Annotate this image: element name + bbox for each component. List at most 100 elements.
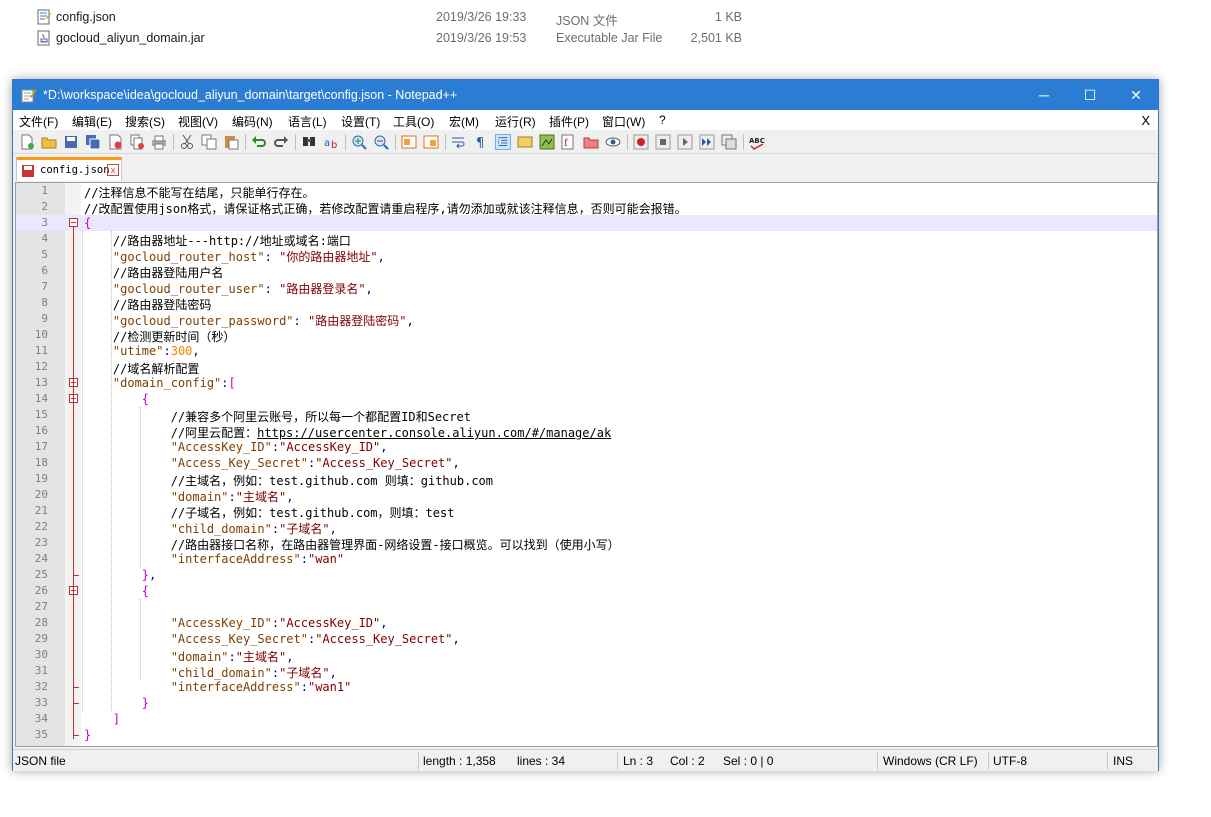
- save-all-icon[interactable]: [85, 134, 101, 150]
- open-file-icon[interactable]: [41, 134, 57, 150]
- cut-icon[interactable]: [179, 134, 195, 150]
- code-line[interactable]: 20 "domain":"主域名",: [16, 487, 1157, 504]
- tab-close-icon[interactable]: x: [107, 164, 119, 176]
- line-number: 13: [34, 376, 48, 389]
- code-line[interactable]: 8 //路由器登陆密码: [16, 295, 1157, 312]
- toolbar-separator: [445, 134, 446, 150]
- menu-settings[interactable]: 设置(T): [341, 113, 380, 130]
- folder-workspace-icon[interactable]: [583, 134, 599, 150]
- undo-icon[interactable]: [251, 134, 267, 150]
- code-line[interactable]: 26 {: [16, 583, 1157, 599]
- close-button[interactable]: ✕: [1113, 80, 1159, 110]
- file-row-config-json[interactable]: config.json 2019/3/26 19:33 JSON 文件 1 KB: [36, 7, 756, 28]
- code-line[interactable]: 22 "child_domain":"子域名",: [16, 519, 1157, 536]
- code-line[interactable]: 18 "Access_Key_Secret":"Access_Key_Secre…: [16, 455, 1157, 471]
- toolbar-separator: [627, 134, 628, 150]
- code-line[interactable]: 17 "AccessKey_ID":"AccessKey_ID",: [16, 439, 1157, 455]
- code-line[interactable]: 6 //路由器登陆用户名: [16, 263, 1157, 280]
- new-file-icon[interactable]: [19, 134, 35, 150]
- show-all-chars-icon[interactable]: ¶: [473, 134, 489, 150]
- code-line[interactable]: 29 "Access_Key_Secret":"Access_Key_Secre…: [16, 631, 1157, 647]
- code-line[interactable]: 7 "gocloud_router_user": "路由器登录名",: [16, 279, 1157, 296]
- sync-horizontal-icon[interactable]: [423, 134, 439, 150]
- menu-view[interactable]: 视图(V): [178, 113, 218, 130]
- code-line[interactable]: 12 //域名解析配置: [16, 359, 1157, 376]
- menu-tools[interactable]: 工具(O): [393, 113, 434, 130]
- code-line[interactable]: 16 //阿里云配置：https://usercenter.console.al…: [16, 423, 1157, 440]
- save-macro-icon[interactable]: [721, 134, 737, 150]
- code-text: {: [141, 584, 150, 598]
- close-file-icon[interactable]: [107, 134, 123, 150]
- function-list-icon[interactable]: f: [561, 134, 577, 150]
- code-line[interactable]: 5 "gocloud_router_host": "你的路由器地址",: [16, 247, 1157, 264]
- code-text: {: [84, 216, 92, 230]
- code-line[interactable]: 13 "domain_config":[: [16, 375, 1157, 391]
- paste-icon[interactable]: [223, 134, 239, 150]
- menu-window[interactable]: 窗口(W): [602, 113, 645, 130]
- title-bar[interactable]: *D:\workspace\idea\gocloud_aliyun_domain…: [13, 80, 1158, 110]
- code-line[interactable]: 31 "child_domain":"子域名",: [16, 663, 1157, 680]
- code-line[interactable]: 28 "AccessKey_ID":"AccessKey_ID",: [16, 615, 1157, 631]
- save-icon[interactable]: [63, 134, 79, 150]
- code-line[interactable]: 34 ]: [16, 711, 1157, 727]
- code-line[interactable]: 35}: [16, 727, 1157, 743]
- code-line[interactable]: 27: [16, 599, 1157, 615]
- zoom-out-icon[interactable]: [373, 134, 389, 150]
- code-line[interactable]: 23 //路由器接口名称，在路由器管理界面-网络设置-接口概览。可以找到（使用小…: [16, 535, 1157, 552]
- print-icon[interactable]: [151, 134, 167, 150]
- maximize-button[interactable]: ☐: [1067, 80, 1113, 110]
- file-row-jar[interactable]: gocloud_aliyun_domain.jar 2019/3/26 19:5…: [36, 28, 756, 49]
- spell-check-icon[interactable]: ABC: [749, 134, 765, 150]
- stop-macro-icon[interactable]: [655, 134, 671, 150]
- status-separator: [1107, 752, 1108, 770]
- code-line[interactable]: 33 }: [16, 695, 1157, 711]
- run-macro-multiple-icon[interactable]: [699, 134, 715, 150]
- status-separator: [418, 752, 419, 770]
- code-line[interactable]: 1//注释信息不能写在结尾，只能单行存在。: [16, 183, 1157, 200]
- minimize-button[interactable]: ─: [1021, 80, 1067, 110]
- menu-help[interactable]: ?: [659, 113, 666, 127]
- code-line[interactable]: 32 "interfaceAddress":"wan1": [16, 679, 1157, 695]
- code-line[interactable]: 9 "gocloud_router_password": "路由器登陆密码",: [16, 311, 1157, 328]
- code-line[interactable]: 14 {: [16, 391, 1157, 407]
- tab-config-json[interactable]: config.json x: [16, 157, 122, 181]
- code-line[interactable]: 3{: [16, 215, 1157, 231]
- code-line[interactable]: 19 //主域名，例如：test.github.com 则填：github.co…: [16, 471, 1157, 488]
- menu-plugins[interactable]: 插件(P): [549, 113, 589, 130]
- record-macro-icon[interactable]: [633, 134, 649, 150]
- udl-icon[interactable]: [517, 134, 533, 150]
- sync-vertical-icon[interactable]: [401, 134, 417, 150]
- redo-icon[interactable]: [273, 134, 289, 150]
- menu-encoding[interactable]: 编码(N): [232, 113, 273, 130]
- replace-icon[interactable]: ab: [323, 134, 339, 150]
- code-line[interactable]: 15 //兼容多个阿里云账号，所以每一个都配置ID和Secret: [16, 407, 1157, 424]
- code-line[interactable]: 10 //检测更新时间（秒）: [16, 327, 1157, 344]
- menu-language[interactable]: 语言(L): [288, 113, 327, 130]
- code-line[interactable]: 25 },: [16, 567, 1157, 583]
- menu-edit[interactable]: 编辑(E): [72, 113, 112, 130]
- code-line[interactable]: 11 "utime":300,: [16, 343, 1157, 359]
- close-all-icon[interactable]: [129, 134, 145, 150]
- doc-map-icon[interactable]: [539, 134, 555, 150]
- code-line[interactable]: 30 "domain":"主域名",: [16, 647, 1157, 664]
- code-line[interactable]: 24 "interfaceAddress":"wan": [16, 551, 1157, 567]
- code-line[interactable]: 2//改配置使用json格式，请保证格式正确，若修改配置请重启程序,请勿添加或就…: [16, 199, 1157, 216]
- word-wrap-icon[interactable]: [451, 134, 467, 150]
- code-line[interactable]: 4 //路由器地址---http://地址或域名:端口: [16, 231, 1157, 248]
- menu-file[interactable]: 文件(F): [19, 113, 58, 130]
- fold-toggle-icon[interactable]: [69, 218, 78, 227]
- code-line[interactable]: 21 //子域名，例如：test.github.com，则填：test: [16, 503, 1157, 520]
- code-text: "domain_config":[: [112, 376, 236, 390]
- monitoring-icon[interactable]: [605, 134, 621, 150]
- menu-run[interactable]: 运行(R): [495, 113, 536, 130]
- find-icon[interactable]: [301, 134, 317, 150]
- indent-guide-icon[interactable]: [495, 134, 511, 150]
- menu-macro[interactable]: 宏(M): [449, 113, 479, 130]
- copy-icon[interactable]: [201, 134, 217, 150]
- code-editor[interactable]: 1//注释信息不能写在结尾，只能单行存在。 2//改配置使用json格式，请保证格…: [15, 182, 1158, 747]
- close-document-button[interactable]: X: [1141, 113, 1150, 128]
- zoom-in-icon[interactable]: [351, 134, 367, 150]
- menu-search[interactable]: 搜索(S): [125, 113, 165, 130]
- line-number: 17: [34, 440, 48, 453]
- play-macro-icon[interactable]: [677, 134, 693, 150]
